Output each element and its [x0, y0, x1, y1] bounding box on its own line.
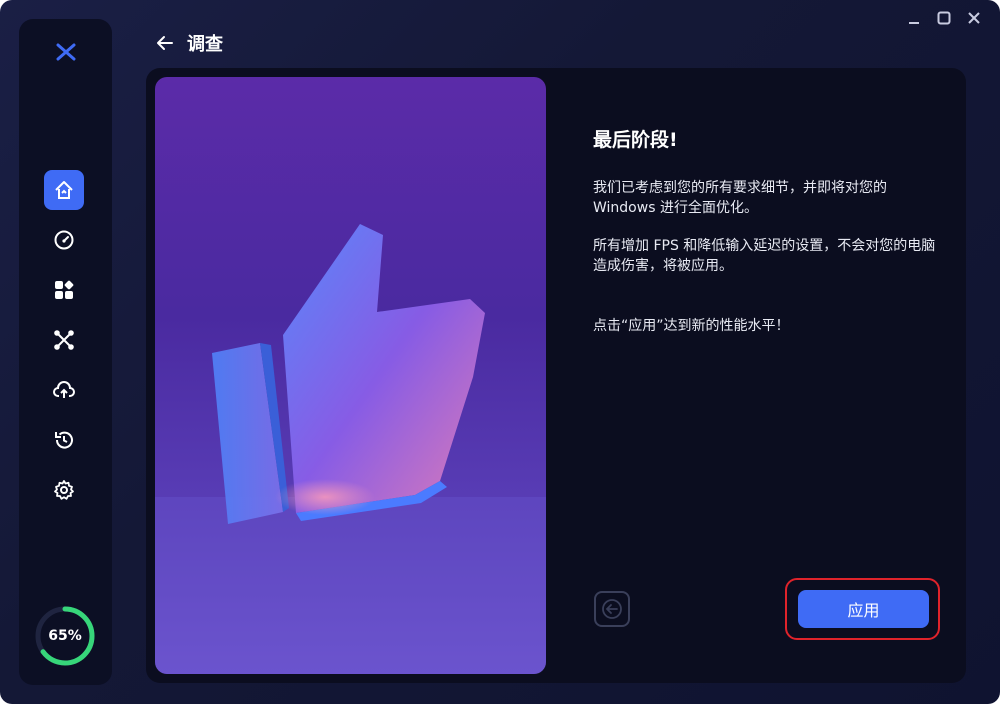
thumbs-up-illustration — [155, 77, 546, 674]
app-window: 65% 调查 最后阶段! 我们已考虑到您的所有要求细节，并即将对您的 Windo… — [0, 0, 1000, 704]
previous-button[interactable] — [594, 591, 630, 627]
apply-button[interactable]: 应用 — [798, 590, 929, 628]
cloud-upload-icon — [53, 381, 75, 398]
sidebar-item-restore[interactable] — [44, 420, 84, 460]
sidebar-item-apps[interactable] — [44, 270, 84, 310]
sidebar-item-home[interactable] — [44, 170, 84, 210]
maximize-icon — [937, 11, 951, 25]
description-paragraph-2: 所有增加 FPS 和降低输入延迟的设置，不会对您的电脑造成伤害，将被应用。 — [593, 238, 936, 274]
sidebar-nav — [44, 170, 86, 520]
sidebar-item-network[interactable] — [44, 320, 84, 360]
sidebar-item-cloud[interactable] — [44, 370, 84, 410]
call-to-action: 点击“应用”达到新的性能水平！ — [593, 318, 790, 334]
page-title: 调查 — [187, 34, 223, 55]
page-header: 调查 — [155, 30, 223, 56]
close-icon — [968, 12, 980, 24]
progress-label: 65% — [48, 628, 82, 644]
minimize-icon — [909, 22, 919, 24]
thumbs-up-icon — [155, 224, 546, 674]
gear-icon — [54, 480, 74, 500]
maximize-button[interactable] — [936, 10, 952, 26]
sidebar-item-settings[interactable] — [44, 470, 84, 510]
restore-icon — [55, 431, 73, 449]
back-arrow-icon[interactable] — [155, 33, 175, 53]
speedometer-icon — [54, 230, 74, 250]
description-paragraph-1: 我们已考虑到您的所有要求细节，并即将对您的 Windows 进行全面优化。 — [593, 180, 887, 216]
window-controls — [906, 10, 982, 26]
survey-card: 最后阶段! 我们已考虑到您的所有要求细节，并即将对您的 Windows 进行全面… — [146, 68, 966, 683]
home-icon — [55, 181, 73, 199]
app-logo-icon — [56, 43, 76, 61]
back-circle-icon — [602, 599, 622, 619]
stage-title: 最后阶段! — [593, 129, 678, 151]
close-button[interactable] — [966, 10, 982, 26]
content-panel: 最后阶段! 我们已考虑到您的所有要求细节，并即将对您的 Windows 进行全面… — [593, 125, 943, 336]
minimize-button[interactable] — [906, 10, 922, 26]
sidebar-item-speed[interactable] — [44, 220, 84, 260]
network-nodes-icon — [54, 330, 74, 350]
optimization-progress: 65% — [34, 605, 96, 667]
apps-grid-icon — [55, 280, 74, 299]
sidebar: 65% — [19, 19, 112, 685]
